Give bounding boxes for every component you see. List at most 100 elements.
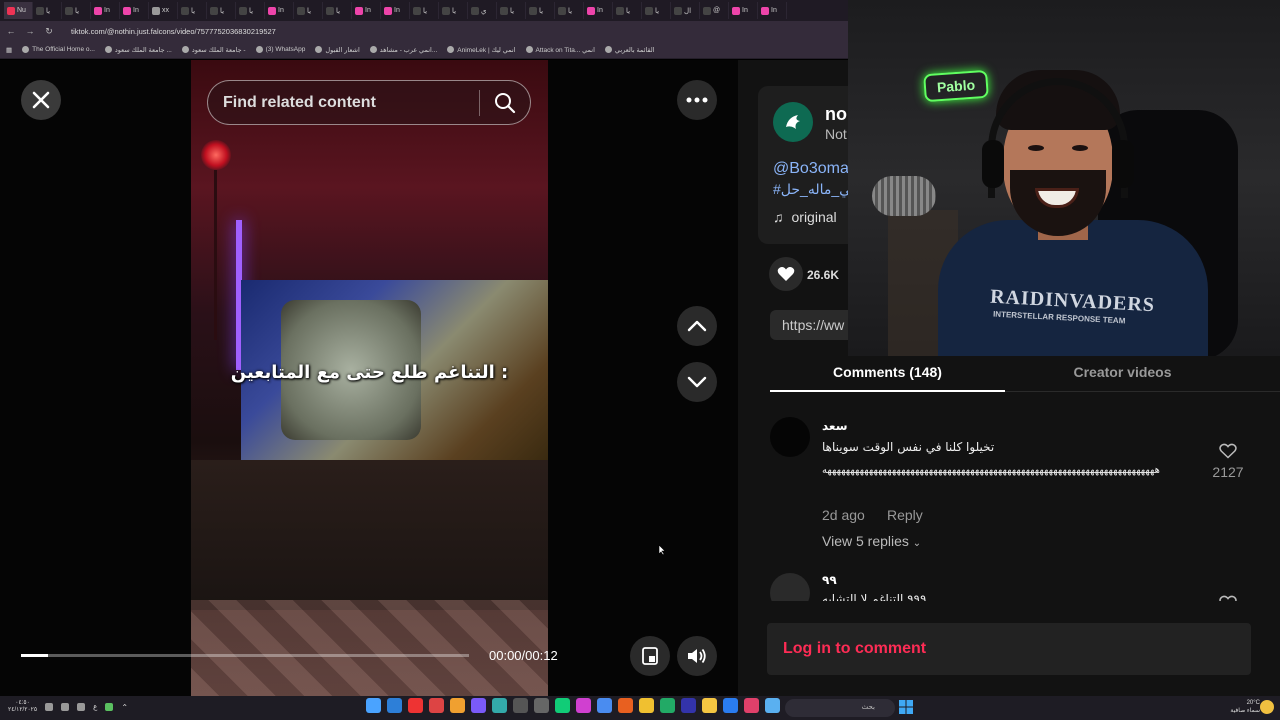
language-indicator[interactable]: ع bbox=[93, 703, 97, 711]
browser-tab[interactable]: In bbox=[381, 2, 410, 19]
taskbar-app-icon[interactable] bbox=[597, 698, 612, 713]
browser-tab[interactable]: يا bbox=[236, 2, 265, 19]
bookmark-item[interactable]: انمي عرب - مشاهد... bbox=[369, 46, 437, 54]
picture-in-picture-button[interactable] bbox=[630, 636, 670, 676]
network-icon[interactable] bbox=[77, 703, 86, 711]
tray-chevron-icon[interactable]: ⌃ bbox=[121, 703, 128, 712]
browser-tab[interactable]: In bbox=[352, 2, 381, 19]
url-field[interactable]: tiktok.com/@nothin.just.falcons/video/75… bbox=[71, 27, 276, 36]
browser-tab[interactable]: In bbox=[729, 2, 758, 19]
taskbar-app-icon[interactable] bbox=[681, 698, 696, 713]
apps-icon[interactable]: ▦ bbox=[6, 46, 12, 54]
taskbar-app-icon[interactable] bbox=[765, 698, 780, 713]
view-replies-button[interactable]: View 5 replies ⌄ bbox=[822, 533, 921, 549]
browser-tab[interactable]: يا bbox=[294, 2, 323, 19]
tab-favicon-icon bbox=[36, 6, 44, 15]
taskbar-app-icon[interactable] bbox=[387, 698, 402, 713]
tab-comments[interactable]: Comments (148) bbox=[770, 356, 1005, 392]
browser-tab[interactable]: يا bbox=[555, 2, 584, 19]
search-button[interactable] bbox=[480, 92, 530, 114]
taskbar-app-icon[interactable] bbox=[408, 698, 423, 713]
comment-heart-icon[interactable] bbox=[1219, 594, 1237, 601]
windows-start-icon[interactable] bbox=[899, 700, 913, 714]
bookmark-item[interactable]: اشعار القبول bbox=[315, 46, 360, 54]
taskbar-app-icon[interactable] bbox=[534, 698, 549, 713]
bookmark-item[interactable]: جامعة الملك سعود - bbox=[181, 46, 246, 54]
search-box[interactable]: Find related content bbox=[207, 80, 531, 125]
comment-heart-icon[interactable] bbox=[1219, 442, 1237, 460]
browser-tab[interactable]: يا bbox=[642, 2, 671, 19]
author-avatar[interactable] bbox=[773, 102, 813, 142]
bookmark-item[interactable]: The Official Home o... bbox=[22, 46, 95, 53]
bookmark-item[interactable]: (3) WhatsApp bbox=[255, 46, 305, 53]
volume-tray-icon[interactable] bbox=[61, 703, 70, 711]
weather-widget[interactable]: 20°C سماء صافية bbox=[1222, 699, 1260, 715]
search-input[interactable]: Find related content bbox=[223, 94, 479, 112]
taskbar-app-icon[interactable] bbox=[366, 698, 381, 713]
back-icon[interactable]: ← bbox=[6, 26, 16, 36]
taskbar-clock[interactable]: ٠٤:٥٠ ٢٤/١٢/٢٠٢٥ bbox=[8, 700, 37, 714]
more-options-button[interactable] bbox=[677, 80, 717, 120]
taskbar-search[interactable]: بحث bbox=[785, 699, 895, 717]
browser-tab[interactable]: يا bbox=[439, 2, 468, 19]
taskbar-app-icon[interactable] bbox=[702, 698, 717, 713]
taskbar-app-icon[interactable] bbox=[429, 698, 444, 713]
comment-avatar[interactable] bbox=[770, 573, 810, 601]
browser-tab[interactable]: In bbox=[265, 2, 294, 19]
previous-video-button[interactable] bbox=[677, 306, 717, 346]
taskbar-app-icon[interactable] bbox=[639, 698, 654, 713]
forward-icon[interactable]: → bbox=[25, 26, 35, 36]
browser-tab[interactable]: يا bbox=[207, 2, 236, 19]
browser-tab[interactable]: يا bbox=[33, 2, 62, 19]
reload-icon[interactable]: ↻ bbox=[44, 26, 54, 37]
mic-tray-icon[interactable] bbox=[105, 703, 114, 711]
bookmark-item[interactable]: جامعة الملك سعود ... bbox=[104, 46, 172, 54]
like-button[interactable] bbox=[769, 257, 803, 291]
taskbar-app-icon[interactable] bbox=[471, 698, 486, 713]
taskbar-app-icon[interactable] bbox=[744, 698, 759, 713]
bookmark-item[interactable]: Attack on Tita... انمي bbox=[525, 46, 595, 54]
tab-creator-videos[interactable]: Creator videos bbox=[1005, 356, 1240, 392]
browser-tab[interactable]: يا bbox=[178, 2, 207, 19]
weather-temp: 20°C bbox=[1246, 700, 1260, 706]
bookmark-item[interactable]: القائمة بالعربي bbox=[604, 46, 655, 54]
sound-link[interactable]: ♫ original bbox=[773, 209, 837, 225]
browser-tab[interactable]: In bbox=[120, 2, 149, 19]
close-button[interactable] bbox=[21, 80, 61, 120]
taskbar-app-icon[interactable] bbox=[723, 698, 738, 713]
browser-tab[interactable]: In bbox=[584, 2, 613, 19]
browser-tab[interactable]: In bbox=[91, 2, 120, 19]
comment-avatar[interactable] bbox=[770, 417, 810, 457]
login-to-comment-button[interactable]: Log in to comment bbox=[767, 623, 1251, 675]
mention-link[interactable]: @Bo3oma bbox=[773, 160, 849, 178]
bookmark-item[interactable]: AnimeLek | انمي ليك bbox=[447, 46, 516, 54]
browser-tab[interactable]: ي bbox=[468, 2, 497, 19]
browser-tab[interactable]: يا bbox=[410, 2, 439, 19]
taskbar-app-icon[interactable] bbox=[576, 698, 591, 713]
browser-tab[interactable]: xx bbox=[149, 2, 178, 19]
browser-tab[interactable]: يا bbox=[613, 2, 642, 19]
browser-tab[interactable]: In bbox=[758, 2, 787, 19]
next-video-button[interactable] bbox=[677, 362, 717, 402]
reply-button[interactable]: Reply bbox=[887, 507, 923, 523]
taskbar-app-icon[interactable] bbox=[513, 698, 528, 713]
notification-icon[interactable] bbox=[45, 703, 54, 711]
comment-user[interactable]: ٩٩ bbox=[822, 573, 837, 587]
taskbar-app-icon[interactable] bbox=[450, 698, 465, 713]
taskbar-app-icon[interactable] bbox=[618, 698, 633, 713]
comment-user[interactable]: سعد bbox=[822, 419, 848, 433]
browser-tab[interactable]: @ bbox=[700, 2, 729, 19]
taskbar-app-icon[interactable] bbox=[555, 698, 570, 713]
video-player[interactable]: التناغم طلع حتى مع المتابعين : bbox=[191, 60, 548, 696]
browser-tab[interactable]: يا bbox=[62, 2, 91, 19]
browser-tab[interactable]: يا bbox=[323, 2, 352, 19]
author-name[interactable]: no bbox=[825, 104, 847, 125]
browser-tab[interactable]: يا bbox=[497, 2, 526, 19]
browser-tab[interactable]: ال bbox=[671, 2, 700, 19]
video-progress-bar[interactable] bbox=[21, 654, 469, 657]
volume-button[interactable] bbox=[677, 636, 717, 676]
taskbar-app-icon[interactable] bbox=[660, 698, 675, 713]
browser-tab[interactable]: Nu bbox=[4, 2, 33, 19]
browser-tab[interactable]: يا bbox=[526, 2, 555, 19]
taskbar-app-icon[interactable] bbox=[492, 698, 507, 713]
